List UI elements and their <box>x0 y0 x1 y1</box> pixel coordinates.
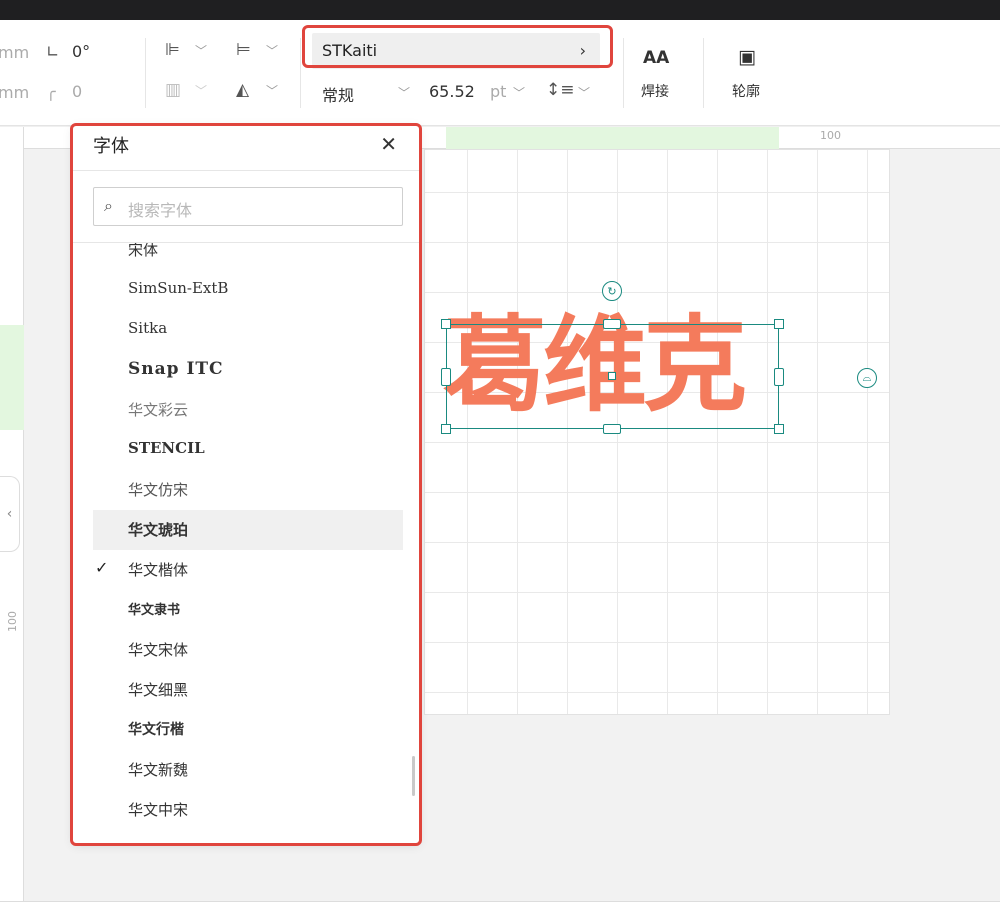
resize-handle[interactable] <box>774 424 784 434</box>
unit-label: mm <box>0 43 30 62</box>
chevron-down-icon[interactable]: ﹀ <box>513 84 525 101</box>
weld-label[interactable]: 焊接 <box>641 81 669 101</box>
chevron-down-icon[interactable]: ﹀ <box>195 42 207 59</box>
distribute-icon[interactable]: ▥ <box>165 80 181 100</box>
corner-radius-icon: ╭ <box>46 82 56 101</box>
unit-label: mm <box>0 83 30 102</box>
angle-icon: ∟ <box>46 42 60 61</box>
resize-handle[interactable] <box>441 424 451 434</box>
font-panel-highlight <box>70 123 422 846</box>
artboard[interactable] <box>424 149 890 715</box>
radius-value[interactable]: 0 <box>72 82 82 101</box>
divider <box>703 38 704 108</box>
ruler-selection-range <box>446 127 779 149</box>
rotate-icon[interactable]: ↻ <box>602 281 622 301</box>
ruler-label: 100 <box>6 611 19 632</box>
angle-value[interactable]: 0° <box>72 42 90 61</box>
chevron-down-icon[interactable]: ﹀ <box>195 82 207 99</box>
flip-icon[interactable]: ◭ <box>236 80 249 100</box>
line-height-icon[interactable]: ↕≡ <box>546 80 575 100</box>
align-icon[interactable]: ⊨ <box>236 40 251 60</box>
resize-handle[interactable] <box>774 319 784 329</box>
divider <box>145 38 146 108</box>
chevron-down-icon[interactable]: ﹀ <box>398 84 410 101</box>
divider <box>300 38 301 108</box>
status-bar <box>0 901 1000 912</box>
font-unit-label: pt <box>490 82 507 101</box>
ruler-label: 100 <box>820 129 841 142</box>
resize-handle[interactable] <box>603 319 621 329</box>
center-handle[interactable] <box>608 372 616 380</box>
chevron-down-icon[interactable]: ﹀ <box>266 82 278 99</box>
outline-icon[interactable]: ▣ <box>738 46 756 68</box>
transform-icon[interactable]: ⌓ <box>857 368 877 388</box>
outline-label[interactable]: 轮廓 <box>732 81 760 101</box>
font-style-select[interactable]: 常规 <box>322 82 354 106</box>
window-top-bar <box>0 0 1000 20</box>
arrange-icon[interactable]: ⊫ <box>165 40 180 60</box>
font-size-input[interactable]: 65.52 <box>429 82 475 101</box>
weld-icon[interactable]: AA <box>643 48 669 68</box>
font-select-highlight <box>302 25 613 68</box>
ruler-selection-range <box>0 325 24 430</box>
chevron-left-icon[interactable]: ‹ <box>0 476 20 552</box>
resize-handle[interactable] <box>774 368 784 386</box>
resize-handle[interactable] <box>441 319 451 329</box>
resize-handle[interactable] <box>603 424 621 434</box>
divider <box>623 38 624 108</box>
resize-handle[interactable] <box>441 368 451 386</box>
chevron-down-icon[interactable]: ﹀ <box>266 42 278 59</box>
chevron-down-icon[interactable]: ﹀ <box>578 84 590 101</box>
